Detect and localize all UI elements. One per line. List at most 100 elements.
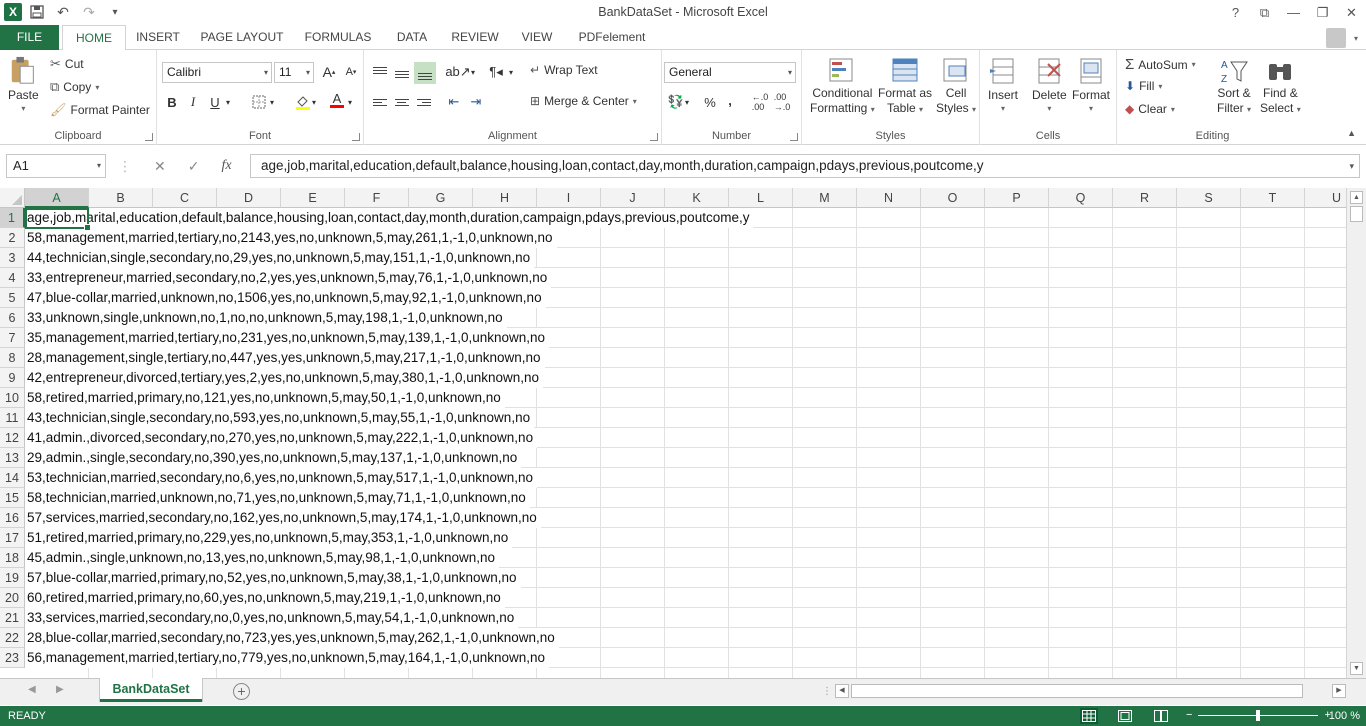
insert-function-button[interactable]: fx: [221, 158, 231, 174]
merge-center-button[interactable]: ⊞ Merge & Center ▾: [530, 94, 637, 108]
formula-input[interactable]: age,job,marital,education,default,balanc…: [250, 154, 1360, 178]
page-layout-view-icon[interactable]: [1116, 708, 1134, 724]
underline-button[interactable]: U: [205, 92, 225, 112]
row-header[interactable]: 4: [0, 268, 25, 288]
column-header-g[interactable]: G: [409, 188, 473, 208]
normal-view-icon[interactable]: [1080, 708, 1098, 724]
horizontal-scrollbar[interactable]: ◀ ▶: [835, 684, 1346, 700]
orientation-dropdown-icon[interactable]: ▾: [468, 62, 478, 82]
table-row[interactable]: 45,admin.,single,unknown,no,13,yes,no,un…: [25, 548, 499, 568]
row-header[interactable]: 9: [0, 368, 25, 388]
row-header[interactable]: 20: [0, 588, 25, 608]
column-header-c[interactable]: C: [153, 188, 217, 208]
column-header-e[interactable]: E: [281, 188, 345, 208]
align-center-icon[interactable]: [392, 92, 412, 112]
column-header-d[interactable]: D: [217, 188, 281, 208]
account-dropdown-icon[interactable]: ▾: [1354, 34, 1358, 43]
row-header[interactable]: 3: [0, 248, 25, 268]
row-header[interactable]: 6: [0, 308, 25, 328]
horizontal-scroll-thumb[interactable]: [851, 684, 1303, 698]
tab-formulas[interactable]: FORMULAS: [300, 25, 376, 50]
table-row[interactable]: 58,retired,married,primary,no,121,yes,no…: [25, 388, 505, 408]
text-direction-dropdown-icon[interactable]: ▾: [506, 62, 516, 82]
row-header[interactable]: 5: [0, 288, 25, 308]
column-header-u[interactable]: U: [1305, 188, 1346, 208]
font-size-combo[interactable]: 11 ▾: [274, 62, 314, 83]
find-select-button[interactable]: Find & Select ▾: [1260, 56, 1301, 117]
column-header-b[interactable]: B: [89, 188, 153, 208]
font-name-combo[interactable]: Calibri ▾: [162, 62, 272, 83]
decrease-decimal-icon[interactable]: .00 →.0: [772, 92, 792, 112]
minimize-icon[interactable]: —: [1279, 0, 1308, 25]
table-row[interactable]: 60,retired,married,primary,no,60,yes,no,…: [25, 588, 505, 608]
avatar[interactable]: [1325, 28, 1346, 48]
copy-button[interactable]: ⧉ Copy ▾: [50, 79, 99, 95]
accounting-dropdown-icon[interactable]: ▾: [682, 92, 692, 112]
close-icon[interactable]: ✕: [1337, 0, 1366, 25]
zoom-out-icon[interactable]: −: [1186, 709, 1192, 721]
bold-button[interactable]: B: [162, 92, 182, 112]
row-header[interactable]: 22: [0, 628, 25, 648]
delete-cells-button[interactable]: Delete ▾: [1032, 56, 1067, 113]
text-direction-icon[interactable]: ¶◂: [486, 62, 506, 82]
collapse-ribbon-icon[interactable]: ▲: [1347, 128, 1356, 138]
tab-insert[interactable]: INSERT: [132, 25, 184, 50]
table-row[interactable]: 57,services,married,secondary,no,162,yes…: [25, 508, 541, 528]
scroll-up-icon[interactable]: ▲: [1350, 191, 1363, 204]
table-row[interactable]: 47,blue-collar,married,unknown,no,1506,y…: [25, 288, 546, 308]
column-header-l[interactable]: L: [729, 188, 793, 208]
borders-icon[interactable]: [249, 92, 269, 112]
align-left-icon[interactable]: [370, 92, 390, 112]
table-row[interactable]: 29,admin.,single,secondary,no,390,yes,no…: [25, 448, 521, 468]
tab-data[interactable]: DATA: [390, 25, 434, 50]
increase-decimal-icon[interactable]: ←.0.00: [750, 92, 770, 112]
name-box[interactable]: A1 ▾: [6, 154, 106, 178]
column-header-q[interactable]: Q: [1049, 188, 1113, 208]
row-header[interactable]: 7: [0, 328, 25, 348]
row-header[interactable]: 16: [0, 508, 25, 528]
font-color-dropdown-icon[interactable]: ▾: [345, 92, 355, 112]
clear-button[interactable]: ◆ Clear ▾: [1125, 102, 1175, 116]
align-right-icon[interactable]: [414, 92, 434, 112]
comma-style-button[interactable]: ,: [720, 90, 740, 110]
restore-icon[interactable]: ❐: [1308, 0, 1337, 25]
zoom-level[interactable]: 100 %: [1329, 710, 1360, 722]
table-row[interactable]: 53,technician,married,secondary,no,6,yes…: [25, 468, 537, 488]
help-button[interactable]: ?: [1221, 0, 1250, 25]
conditional-formatting-button[interactable]: Conditional Formatting ▾: [810, 56, 875, 117]
table-row[interactable]: 33,unknown,single,unknown,no,1,no,no,unk…: [25, 308, 507, 328]
alignment-launcher-icon[interactable]: [650, 133, 658, 141]
number-launcher-icon[interactable]: [790, 133, 798, 141]
row-header[interactable]: 10: [0, 388, 25, 408]
row-header[interactable]: 19: [0, 568, 25, 588]
next-sheet-icon[interactable]: ▶: [56, 684, 64, 695]
row-header[interactable]: 1: [0, 208, 25, 228]
table-row[interactable]: 58,technician,married,unknown,no,71,yes,…: [25, 488, 530, 508]
add-sheet-icon[interactable]: +: [233, 683, 250, 700]
column-header-a[interactable]: A: [25, 188, 89, 208]
column-header-o[interactable]: O: [921, 188, 985, 208]
table-row[interactable]: 43,technician,single,secondary,no,593,ye…: [25, 408, 534, 428]
scroll-right-icon[interactable]: ▶: [1332, 684, 1346, 698]
scroll-down-icon[interactable]: ▼: [1350, 662, 1363, 675]
column-header-t[interactable]: T: [1241, 188, 1305, 208]
column-header-r[interactable]: R: [1113, 188, 1177, 208]
row-header[interactable]: 18: [0, 548, 25, 568]
column-header-s[interactable]: S: [1177, 188, 1241, 208]
column-header-m[interactable]: M: [793, 188, 857, 208]
middle-align-icon[interactable]: [392, 64, 412, 84]
number-format-combo[interactable]: General ▾: [664, 62, 796, 83]
fill-button[interactable]: ⬇ Fill ▾: [1125, 79, 1162, 93]
tab-pdfelement[interactable]: PDFelement: [572, 25, 652, 50]
autosum-button[interactable]: Σ AutoSum ▾: [1125, 56, 1196, 73]
borders-dropdown-icon[interactable]: ▾: [267, 92, 277, 112]
sheet-tab-bankdataset[interactable]: BankDataSet: [100, 678, 202, 702]
decrease-indent-icon[interactable]: ⇤: [444, 92, 464, 112]
clipboard-launcher-icon[interactable]: [145, 133, 153, 141]
ribbon-display-icon[interactable]: ⧉: [1250, 0, 1279, 25]
column-header-h[interactable]: H: [473, 188, 537, 208]
expand-formula-bar-icon[interactable]: ▾: [1349, 155, 1354, 177]
row-header[interactable]: 11: [0, 408, 25, 428]
format-as-table-button[interactable]: Format as Table ▾: [878, 56, 932, 117]
table-row[interactable]: 28,management,single,tertiary,no,447,yes…: [25, 348, 545, 368]
